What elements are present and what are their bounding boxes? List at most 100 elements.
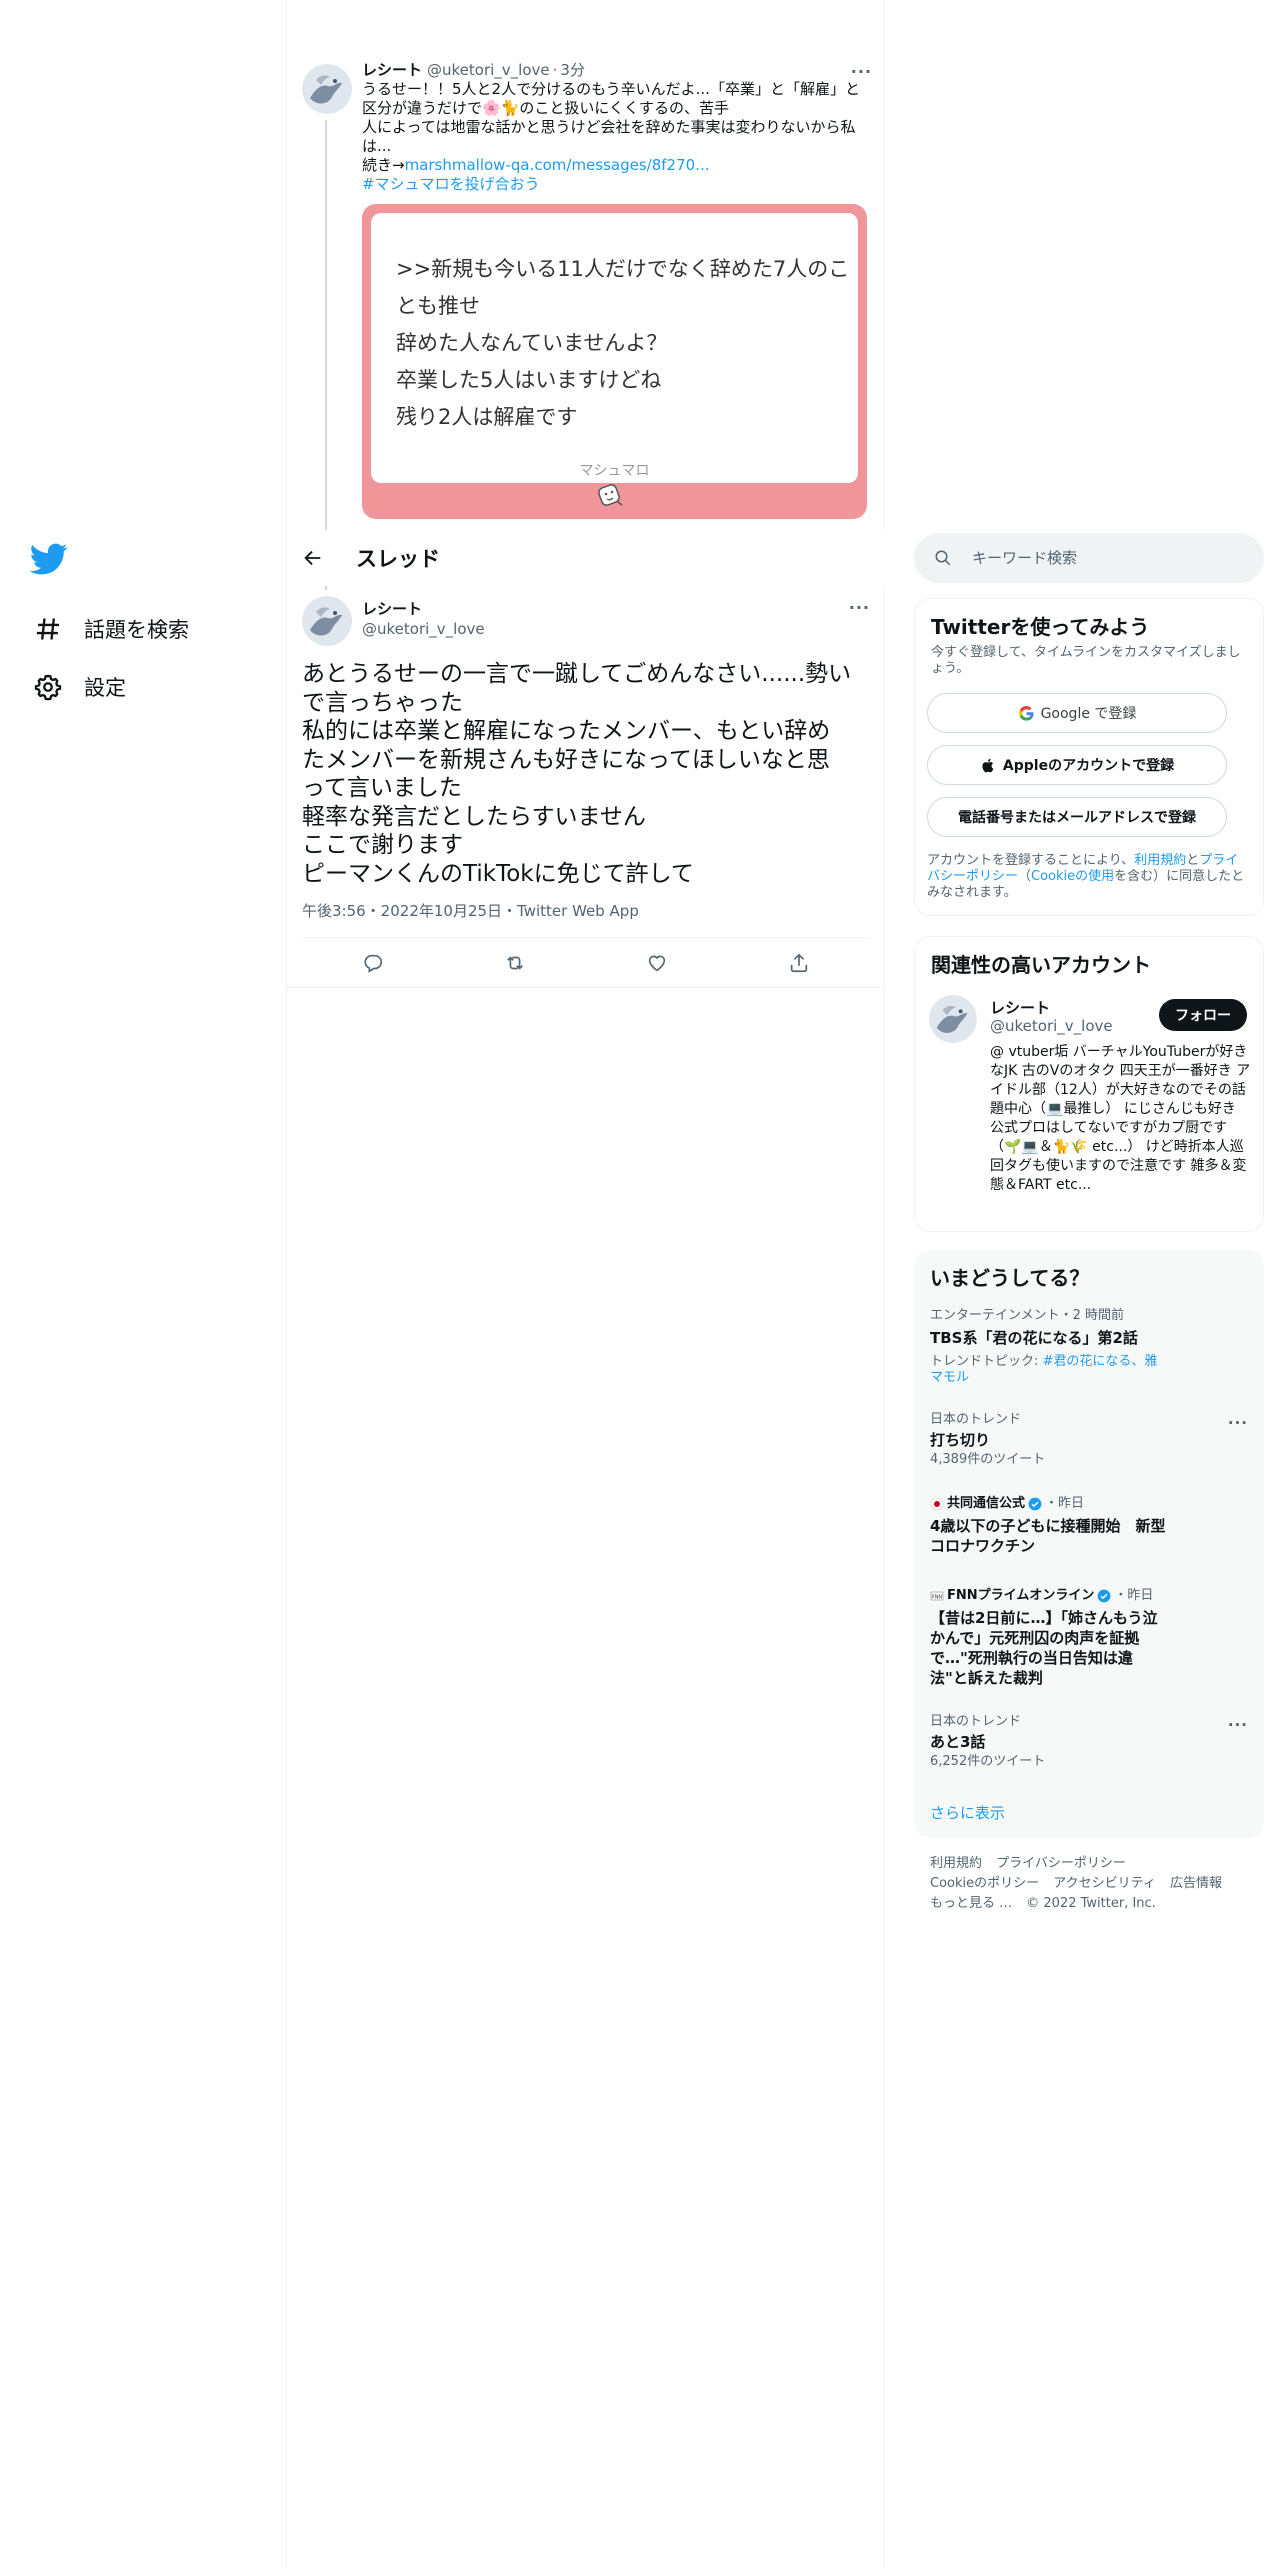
tweet-text-line: ここで謝ります [302,832,463,858]
share-icon[interactable] [788,952,810,974]
marshmallow-card-image[interactable]: >>新規も今いる11人だけでなく辞めた7人のこ とも推せ 辞めた人なんていません… [362,204,867,519]
author-handle[interactable]: @uketori_v_love [427,60,550,80]
legal-text: アカウントを登録することにより、 [927,853,1135,868]
apple-signup-button[interactable]: Appleのアカウントで登録 [927,745,1227,785]
twitter-logo-icon[interactable] [30,540,68,578]
search-input[interactable] [972,549,1232,567]
search-icon [935,550,951,566]
tweet-timestamp[interactable]: 午後3:56・2022年10月25日・Twitter Web App [302,900,639,921]
marshmallow-link[interactable]: marshmallow-qa.com/messages/8f270... [405,156,710,174]
cookie-link[interactable]: Cookieの使用 [1031,869,1114,884]
hashtag-icon [36,618,60,640]
like-icon[interactable] [646,952,668,974]
news-time: ・昨日 [1114,1588,1154,1603]
terms-link[interactable]: 利用規約 [1134,853,1186,868]
show-more-link[interactable]: さらに表示 [930,1802,1005,1823]
marshmallow-logo-icon [598,484,623,506]
tweet-text-line: は... [362,137,392,155]
author-handle[interactable]: @uketori_v_love [362,620,485,638]
avatar[interactable] [929,995,977,1043]
footer-link[interactable]: 利用規約 [930,1856,982,1871]
back-arrow-icon[interactable] [302,547,324,569]
phone-email-signup-label: 電話番号またはメールアドレスで登録 [958,810,1196,826]
signup-subtitle: 今すぐ登録して、タイムラインをカスタマイズしましょう。 [931,645,1241,676]
nav-settings-label: 設定 [84,676,126,700]
phone-email-signup-button[interactable]: 電話番号またはメールアドレスで登録 [927,797,1227,837]
footer-link[interactable]: Cookieのポリシー [930,1876,1039,1891]
separator-dot: · [552,61,558,79]
trend-tweet-count: 4,389件のツイート [930,1452,1046,1467]
google-icon [1018,705,1034,721]
avatar[interactable] [302,596,352,646]
signup-card: Twitterを使ってみよう 今すぐ登録して、タイムラインをカスタマイズしましょ… [914,598,1264,916]
main-column: レシート @uketori_v_love · 3分 ··· うるせー！！5人と2… [287,0,885,2568]
news-source: FNNプライムオンライン [947,1588,1095,1603]
account-handle[interactable]: @uketori_v_love [990,1017,1113,1035]
trends-card: いまどうしてる？ エンターテインメント・2 時間前 TBS系「君の花になる」第2… [914,1250,1264,1838]
trend-context: 日本のトレンド [930,1412,1022,1427]
link-prefix: 続き→ [362,156,405,174]
trend-context: エンターテインメント・2 時間前 [930,1308,1125,1323]
trend-tweet-count: 6,252件のツイート [930,1754,1046,1769]
divider [287,987,885,988]
footer-link[interactable]: 広告情報 [1170,1876,1222,1891]
search-bar[interactable] [914,533,1264,583]
author-name[interactable]: レシート [362,60,422,80]
hashtag-link[interactable]: #マシュマロを投げ合おう [362,175,872,194]
footer-link[interactable]: アクセシビリティ [1053,1876,1156,1891]
trend-title: TBS系「君の花になる」第2話 [930,1329,1138,1347]
author-name[interactable]: レシート [362,598,422,619]
nav-explore-label: 話題を検索 [84,618,189,642]
more-options-icon[interactable]: ··· [849,598,870,617]
trends-title: いまどうしてる？ [930,1266,1090,1290]
thread-header: スレッド [287,530,885,586]
continue-link-row: 続き→marshmallow-qa.com/messages/8f270... [362,156,872,175]
tweet-text-line: 人によっては地雷な話かと思うけど会社を辞めた事実は変わりないから私 [362,118,856,136]
marshmallow-card-body: >>新規も今いる11人だけでなく辞めた7人のこ とも推せ 辞めた人なんていません… [371,213,858,483]
card-line: とも推せ [396,294,480,318]
more-options-icon[interactable]: ··· [851,62,872,81]
legal-text: と [1186,853,1200,868]
svg-text:FNN: FNN [932,1595,943,1601]
trend-title: 打ち切り [930,1431,991,1449]
reply-icon[interactable] [362,952,384,974]
tweet-text-line: って言いました [302,775,462,801]
tweet-text-line: あとうるせーの一言で一蹴してごめんなさい......勢い [302,661,852,687]
tweet-text: うるせー！！5人と2人で分けるのもう辛いんだよ...「卒業」と「解雇」と 区分が… [362,80,872,156]
tweet-text-line: 私的には卒業と解雇になったメンバー、もとい辞め [302,718,831,744]
tweet-text-line: 軽率な発言だとしたらすいません [302,803,646,830]
trend-meta-prefix: トレンドトピック: [930,1354,1043,1369]
tweet-text-line: うるせー！！5人と2人で分けるのもう辛いんだよ...「卒業」と「解雇」と [362,80,860,98]
news-title: 【昔は2日前に…】「姉さんもう泣かんで」元死刑囚の肉声を証拠で…"死刑執行の当日… [930,1609,1158,1687]
news-item[interactable]: FNN FNNプライムオンライン ・昨日 【昔は2日前に…】「姉さんもう泣かんで… [930,1588,1230,1688]
more-options-icon[interactable]: ··· [1228,1716,1248,1734]
footer-link[interactable]: プライバシーポリシー [996,1856,1126,1871]
account-bio: @ vtuber垢 バーチャルYouTuberが好きなJK 古のVのオタク 四天… [990,1044,1251,1193]
footer-link[interactable]: もっと見る … [930,1896,1012,1911]
trend-item[interactable]: エンターテインメント・2 時間前 TBS系「君の花になる」第2話 トレンドトピッ… [930,1308,1230,1386]
trend-item[interactable]: 日本のトレンド 打ち切り 4,389件のツイート [930,1412,1230,1468]
trend-item[interactable]: 日本のトレンド あと3話 6,252件のツイート [930,1714,1230,1770]
news-source-logo-icon: FNN [930,1591,944,1601]
page-title: スレッド [356,547,440,571]
tweet-text-line: たメンバーを新規さんも好きになってほしいなと思 [302,746,830,773]
tweet-text-line: で言っちゃった [302,689,463,716]
nav-explore[interactable]: 話題を検索 [30,600,189,658]
card-line: 残り2人は解雇です [396,405,578,429]
legal-text: （ [1018,869,1032,884]
card-line: >>新規も今いる11人だけでなく辞めた7人のこ [396,257,850,281]
news-item[interactable]: 共同通信公式 ・昨日 4歳以下の子どもに接種開始 新型コロナワクチン [930,1496,1230,1556]
follow-button[interactable]: フォロー [1159,999,1247,1031]
retweet-icon[interactable] [504,952,526,974]
apple-icon [982,758,994,772]
nav-settings[interactable]: 設定 [30,658,189,716]
left-nav: 話題を検索 設定 [0,0,287,2568]
verified-badge-icon [1097,1589,1111,1603]
more-options-icon[interactable]: ··· [1228,1414,1248,1432]
tweet-text-line: ピーマンくんのTikTokに免じて許して [302,860,694,887]
avatar[interactable] [302,64,352,114]
tweet-time[interactable]: 3分 [560,60,585,80]
google-signup-button[interactable]: Google で登録 [927,693,1227,733]
account-name[interactable]: レシート [990,997,1050,1018]
google-signup-label: Google で登録 [1040,706,1137,722]
